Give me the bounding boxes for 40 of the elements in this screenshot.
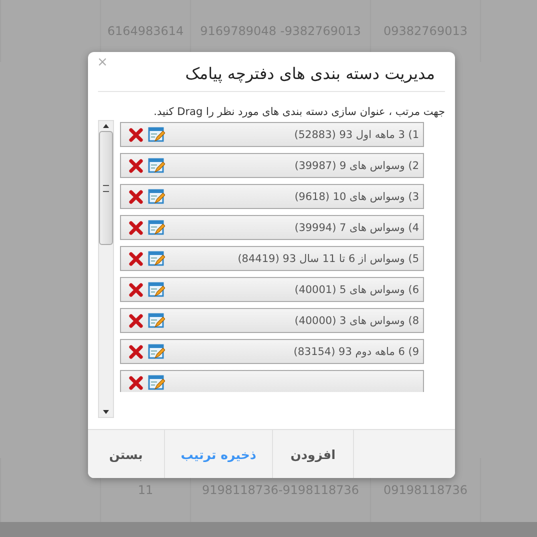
item-label: 6) وسواس های 5 (40001) bbox=[294, 284, 419, 296]
item-label: 4) وسواس های 7 (39994) bbox=[294, 222, 419, 234]
delete-icon[interactable] bbox=[129, 344, 143, 358]
list-item[interactable] bbox=[120, 370, 424, 392]
list-item[interactable]: 6) وسواس های 5 (40001) bbox=[120, 277, 424, 302]
list-item[interactable]: 2) وسواس های 9 (39987) bbox=[120, 153, 424, 178]
edit-icon[interactable] bbox=[148, 250, 165, 267]
list-item[interactable]: 1) 3 ماهه اول 93 (52883) bbox=[120, 122, 424, 147]
edit-icon[interactable] bbox=[148, 188, 165, 205]
item-label: 2) وسواس های 9 (39987) bbox=[294, 160, 419, 172]
list-item[interactable]: 5) وسواس از 6 تا 11 سال 93 (84419) bbox=[120, 246, 424, 271]
scroll-thumb[interactable] bbox=[99, 131, 113, 245]
list-item[interactable]: 4) وسواس های 7 (39994) bbox=[120, 215, 424, 240]
list-item[interactable]: 8) وسواس های 3 (40000) bbox=[120, 308, 424, 333]
dialog-button[interactable]: افزودن bbox=[272, 430, 353, 478]
edit-icon[interactable] bbox=[148, 157, 165, 174]
dialog-title: مدیریت دسته بندی های دفترچه پیامک bbox=[185, 64, 435, 83]
instruction-text: جهت مرتب ، عنوان سازی دسته بندی های مورد نظر را Drag کنید. bbox=[152, 106, 445, 118]
scrollbar[interactable] bbox=[98, 120, 114, 418]
delete-icon[interactable] bbox=[129, 190, 143, 204]
list-item[interactable]: 9) 6 ماهه دوم 93 (83154) bbox=[120, 339, 424, 364]
item-label: 1) 3 ماهه اول 93 (52883) bbox=[294, 128, 419, 140]
edit-icon[interactable] bbox=[148, 219, 165, 236]
item-label: 8) وسواس های 3 (40000) bbox=[294, 314, 419, 326]
delete-icon[interactable] bbox=[129, 252, 143, 266]
edit-icon[interactable] bbox=[148, 374, 165, 391]
delete-icon[interactable] bbox=[129, 220, 143, 234]
edit-icon[interactable] bbox=[148, 281, 165, 298]
item-label: 3) وسواس های 10 (9618) bbox=[294, 190, 419, 202]
delete-icon[interactable] bbox=[129, 376, 143, 390]
delete-icon[interactable] bbox=[129, 282, 143, 296]
edit-icon[interactable] bbox=[148, 343, 165, 360]
item-label: 5) وسواس از 6 تا 11 سال 93 (84419) bbox=[238, 252, 419, 264]
delete-icon[interactable] bbox=[129, 128, 143, 142]
edit-icon[interactable] bbox=[148, 312, 165, 329]
delete-icon[interactable] bbox=[129, 158, 143, 172]
list-item[interactable]: 3) وسواس های 10 (9618) bbox=[120, 184, 424, 209]
delete-icon[interactable] bbox=[129, 314, 143, 328]
item-label: 9) 6 ماهه دوم 93 (83154) bbox=[294, 346, 419, 358]
edit-icon[interactable] bbox=[148, 126, 165, 143]
